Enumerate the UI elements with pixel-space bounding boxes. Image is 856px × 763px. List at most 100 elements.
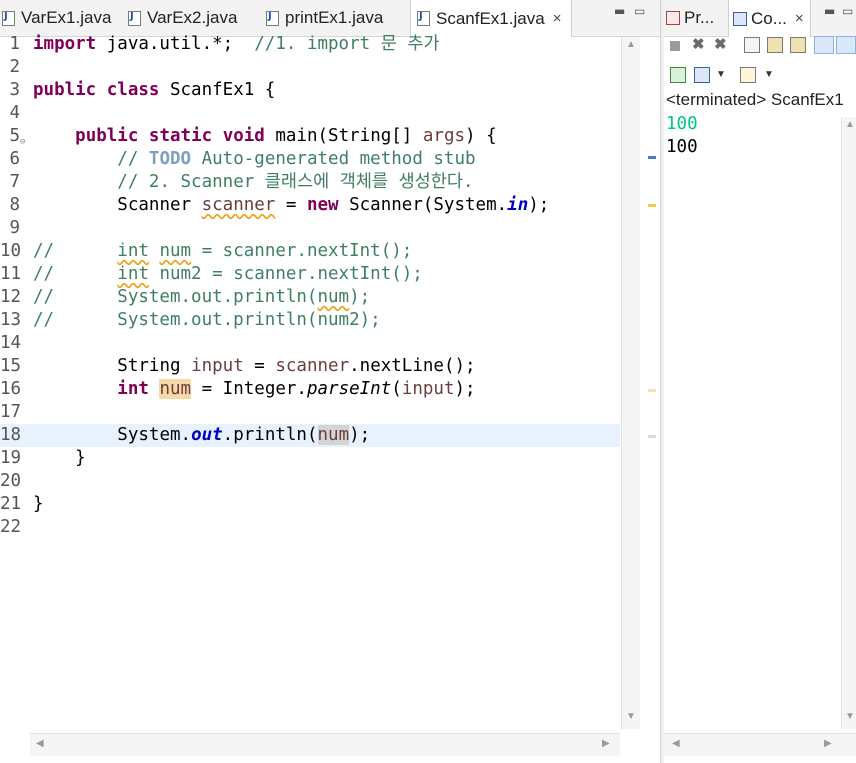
scroll-left-icon[interactable]: ◀ — [672, 738, 680, 749]
code-line: 16 int num = Integer.parseInt(input); — [0, 378, 620, 401]
variable: input — [401, 379, 455, 399]
comment: // 2. Scanner 클래스에 객체를 생성한다. — [117, 172, 474, 192]
tab-label: Co... — [751, 8, 787, 28]
code-line: 2 — [0, 56, 620, 79]
tab-scanfex1[interactable]: ScanfEx1.java × — [410, 0, 573, 37]
maximize-icon[interactable]: ▭ — [634, 4, 645, 18]
keyword: void — [222, 126, 265, 146]
code-line: 6 // TODO Auto-generated method stub — [0, 148, 620, 171]
scroll-right-icon[interactable]: ▶ — [602, 738, 610, 749]
tab-label: printEx1.java — [285, 8, 384, 27]
code-area[interactable]: 1 import java.util.*; //1. import 문 추가 2 … — [0, 33, 620, 733]
code-line: 22 — [0, 516, 620, 539]
scroll-down-icon[interactable]: ▼ — [626, 711, 636, 722]
occurrence-marker[interactable] — [648, 389, 656, 392]
method-call: parseInt — [306, 379, 392, 399]
terminate-icon[interactable] — [670, 41, 680, 51]
comment: // — [33, 264, 118, 284]
chevron-down-icon[interactable]: ▼ — [716, 67, 732, 83]
tab-printex1[interactable]: printEx1.java — [266, 0, 383, 36]
comment: num2 = scanner.nextInt(); — [148, 264, 423, 284]
code-text: ); — [528, 195, 550, 215]
line-number: 12 — [0, 287, 22, 307]
maximize-icon[interactable]: ▭ — [842, 4, 853, 18]
warning-marker[interactable] — [648, 204, 656, 207]
code-line: 20 — [0, 470, 620, 493]
line-number: 20 — [0, 471, 22, 491]
keyword: import — [33, 34, 97, 54]
overview-marker[interactable] — [648, 156, 656, 159]
editor-vertical-scrollbar[interactable]: ▲ ▼ — [621, 37, 640, 729]
comment: // System.out.println( — [33, 287, 318, 307]
keyword: public — [75, 126, 139, 146]
scroll-down-icon[interactable]: ▼ — [845, 711, 855, 722]
close-icon[interactable]: × — [553, 10, 562, 27]
line-number: 15 — [0, 356, 22, 376]
line-number: 7 — [9, 172, 20, 192]
code-line: 4 — [0, 102, 620, 125]
code-line: 7 // 2. Scanner 클래스에 객체를 생성한다. — [0, 171, 620, 194]
tab-label: VarEx2.java — [147, 8, 238, 27]
editor-tab-bar: VarEx1.java VarEx2.java printEx1.java Sc… — [0, 0, 660, 37]
code-line: 5 ⊖ public static void main(String[] args… — [0, 125, 620, 148]
java-file-icon — [266, 10, 279, 26]
open-console-icon[interactable] — [740, 67, 756, 83]
line-number: 16 — [0, 379, 22, 399]
line-number: 2 — [9, 57, 20, 77]
comment: num — [159, 241, 192, 261]
tab-varex2[interactable]: VarEx2.java — [128, 0, 237, 36]
editor-horizontal-scrollbar[interactable]: ◀ ▶ — [30, 733, 620, 756]
code-text: } — [75, 448, 86, 468]
console-output-text: 100 — [666, 137, 698, 157]
code-text: ) { — [465, 126, 497, 146]
comment — [149, 241, 160, 261]
comment: int — [117, 241, 149, 261]
show-on-error-icon[interactable] — [836, 36, 856, 54]
scroll-right-icon[interactable]: ▶ — [824, 738, 832, 749]
close-icon[interactable]: × — [795, 10, 804, 27]
line-number: 17 — [0, 402, 22, 422]
line-number: 13 — [0, 310, 22, 330]
comment: ); — [349, 287, 371, 307]
code-text: String — [117, 356, 192, 376]
show-on-output-icon[interactable] — [814, 36, 834, 54]
line-number: 18 — [0, 425, 22, 445]
occurrence-marker[interactable] — [648, 435, 656, 438]
code-text: } — [33, 494, 44, 514]
pin-console-icon[interactable] — [670, 67, 686, 83]
scroll-lock-icon[interactable] — [767, 37, 783, 53]
variable: scanner — [275, 356, 350, 376]
remove-launch-icon[interactable]: ✖ — [692, 37, 708, 53]
display-console-icon[interactable] — [694, 67, 710, 83]
code-text: ( — [391, 379, 402, 399]
minimize-icon[interactable]: ▬ — [824, 4, 835, 18]
line-number: 14 — [0, 333, 22, 353]
code-text: java.util.*; — [96, 34, 255, 54]
keyword: new — [306, 195, 339, 215]
clear-console-icon[interactable] — [744, 37, 760, 53]
code-text: .nextLine(); — [349, 356, 476, 376]
tab-problems[interactable]: Pr... — [666, 0, 714, 36]
static-field: out — [191, 425, 223, 445]
remove-all-terminated-icon[interactable]: ✖ — [714, 37, 730, 53]
word-wrap-icon[interactable] — [790, 37, 806, 53]
chevron-down-icon[interactable]: ▼ — [764, 67, 780, 83]
line-number: 11 — [0, 264, 22, 284]
variable-highlight: num — [159, 379, 192, 399]
console-vertical-scrollbar[interactable]: ▲ ▼ — [841, 117, 856, 729]
code-line: 17 — [0, 401, 620, 424]
console-horizontal-scrollbar[interactable]: ◀ ▶ — [664, 733, 856, 756]
comment: // System.out.println(num2); — [33, 310, 381, 330]
tab-varex1[interactable]: VarEx1.java — [2, 0, 111, 36]
scroll-up-icon[interactable]: ▲ — [845, 119, 855, 130]
tab-console[interactable]: Co... × — [728, 0, 811, 37]
scroll-left-icon[interactable]: ◀ — [36, 738, 44, 749]
code-line: 8 Scanner scanner = new Scanner(System.i… — [0, 194, 620, 217]
keyword: static — [148, 126, 213, 146]
console-output-line: 100 — [666, 113, 698, 136]
code-text: .println( — [222, 425, 318, 445]
scroll-up-icon[interactable]: ▲ — [626, 39, 636, 50]
code-text: = — [243, 356, 276, 376]
minimize-icon[interactable]: ▬ — [614, 4, 625, 18]
